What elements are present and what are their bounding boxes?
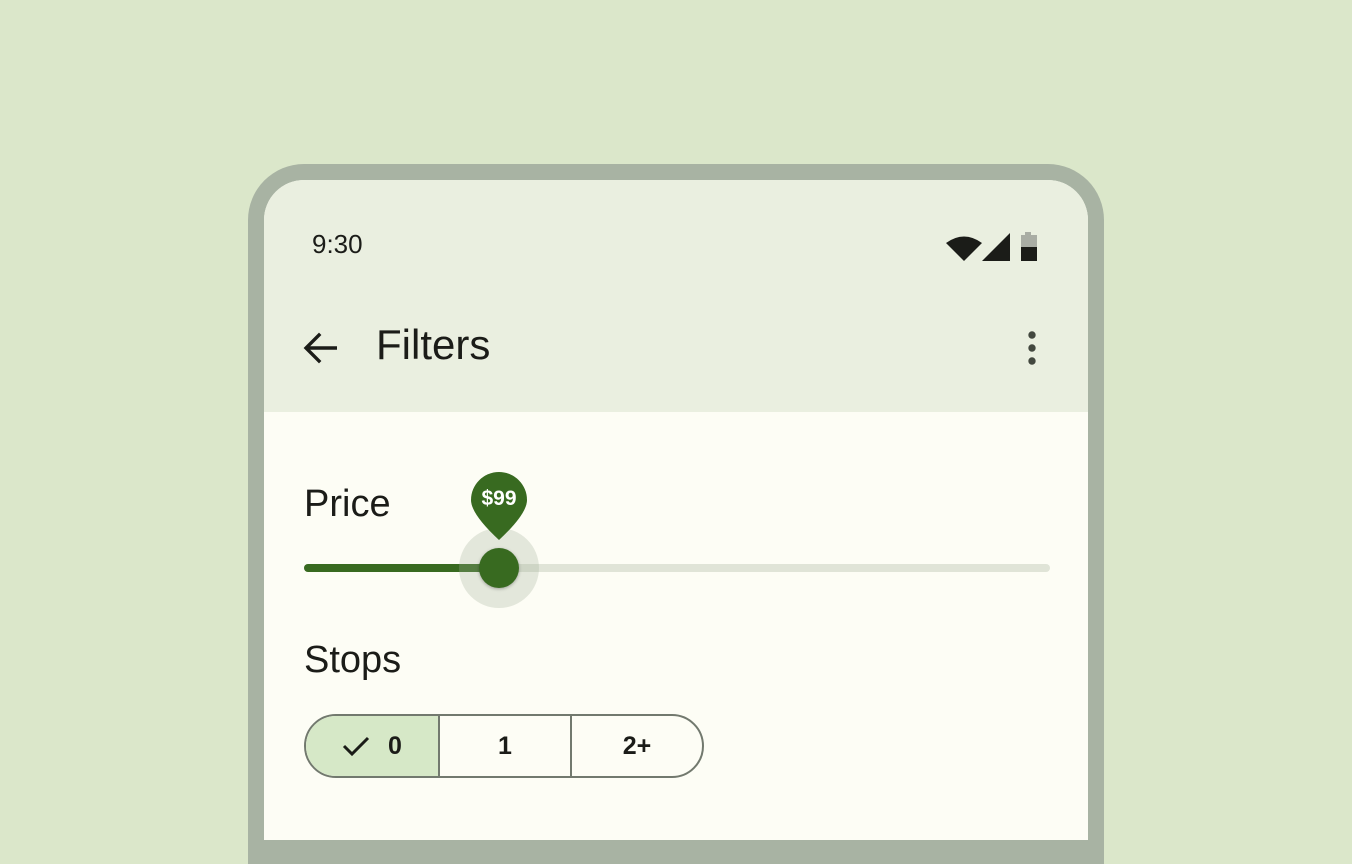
- stops-option-1[interactable]: 1: [438, 716, 570, 776]
- stops-segmented-button: 0 1 2+: [304, 714, 704, 778]
- price-label: Price: [304, 483, 391, 525]
- stops-option-label: 1: [498, 731, 512, 760]
- top-app-area: 9:30 Filters: [264, 180, 1088, 412]
- cellular-signal-icon: [982, 233, 1010, 261]
- slider-value-indicator: $99: [471, 472, 527, 540]
- more-options-button[interactable]: [1004, 320, 1060, 376]
- stops-option-2-plus[interactable]: 2+: [570, 716, 702, 776]
- slider-value-label: $99: [481, 487, 517, 510]
- status-icons: [946, 232, 1046, 264]
- more-vert-icon: [1028, 331, 1036, 365]
- wifi-icon: [946, 236, 982, 261]
- phone-screen: 9:30 Filters Price $99 Stops 0 1 2+: [264, 180, 1088, 840]
- arrow-back-icon: [303, 332, 337, 364]
- slider-track[interactable]: [304, 564, 1050, 572]
- battery-icon: [1021, 232, 1037, 261]
- price-slider[interactable]: $99: [304, 472, 1050, 608]
- page-title: Filters: [376, 321, 491, 368]
- slider-thumb[interactable]: [479, 548, 519, 588]
- stops-option-label: 0: [388, 731, 402, 760]
- back-button[interactable]: [292, 320, 348, 376]
- stops-option-0[interactable]: 0: [306, 716, 438, 776]
- stops-label: Stops: [304, 639, 402, 681]
- stops-option-label: 2+: [622, 731, 652, 760]
- status-time: 9:30: [312, 229, 363, 259]
- check-icon: [342, 735, 370, 757]
